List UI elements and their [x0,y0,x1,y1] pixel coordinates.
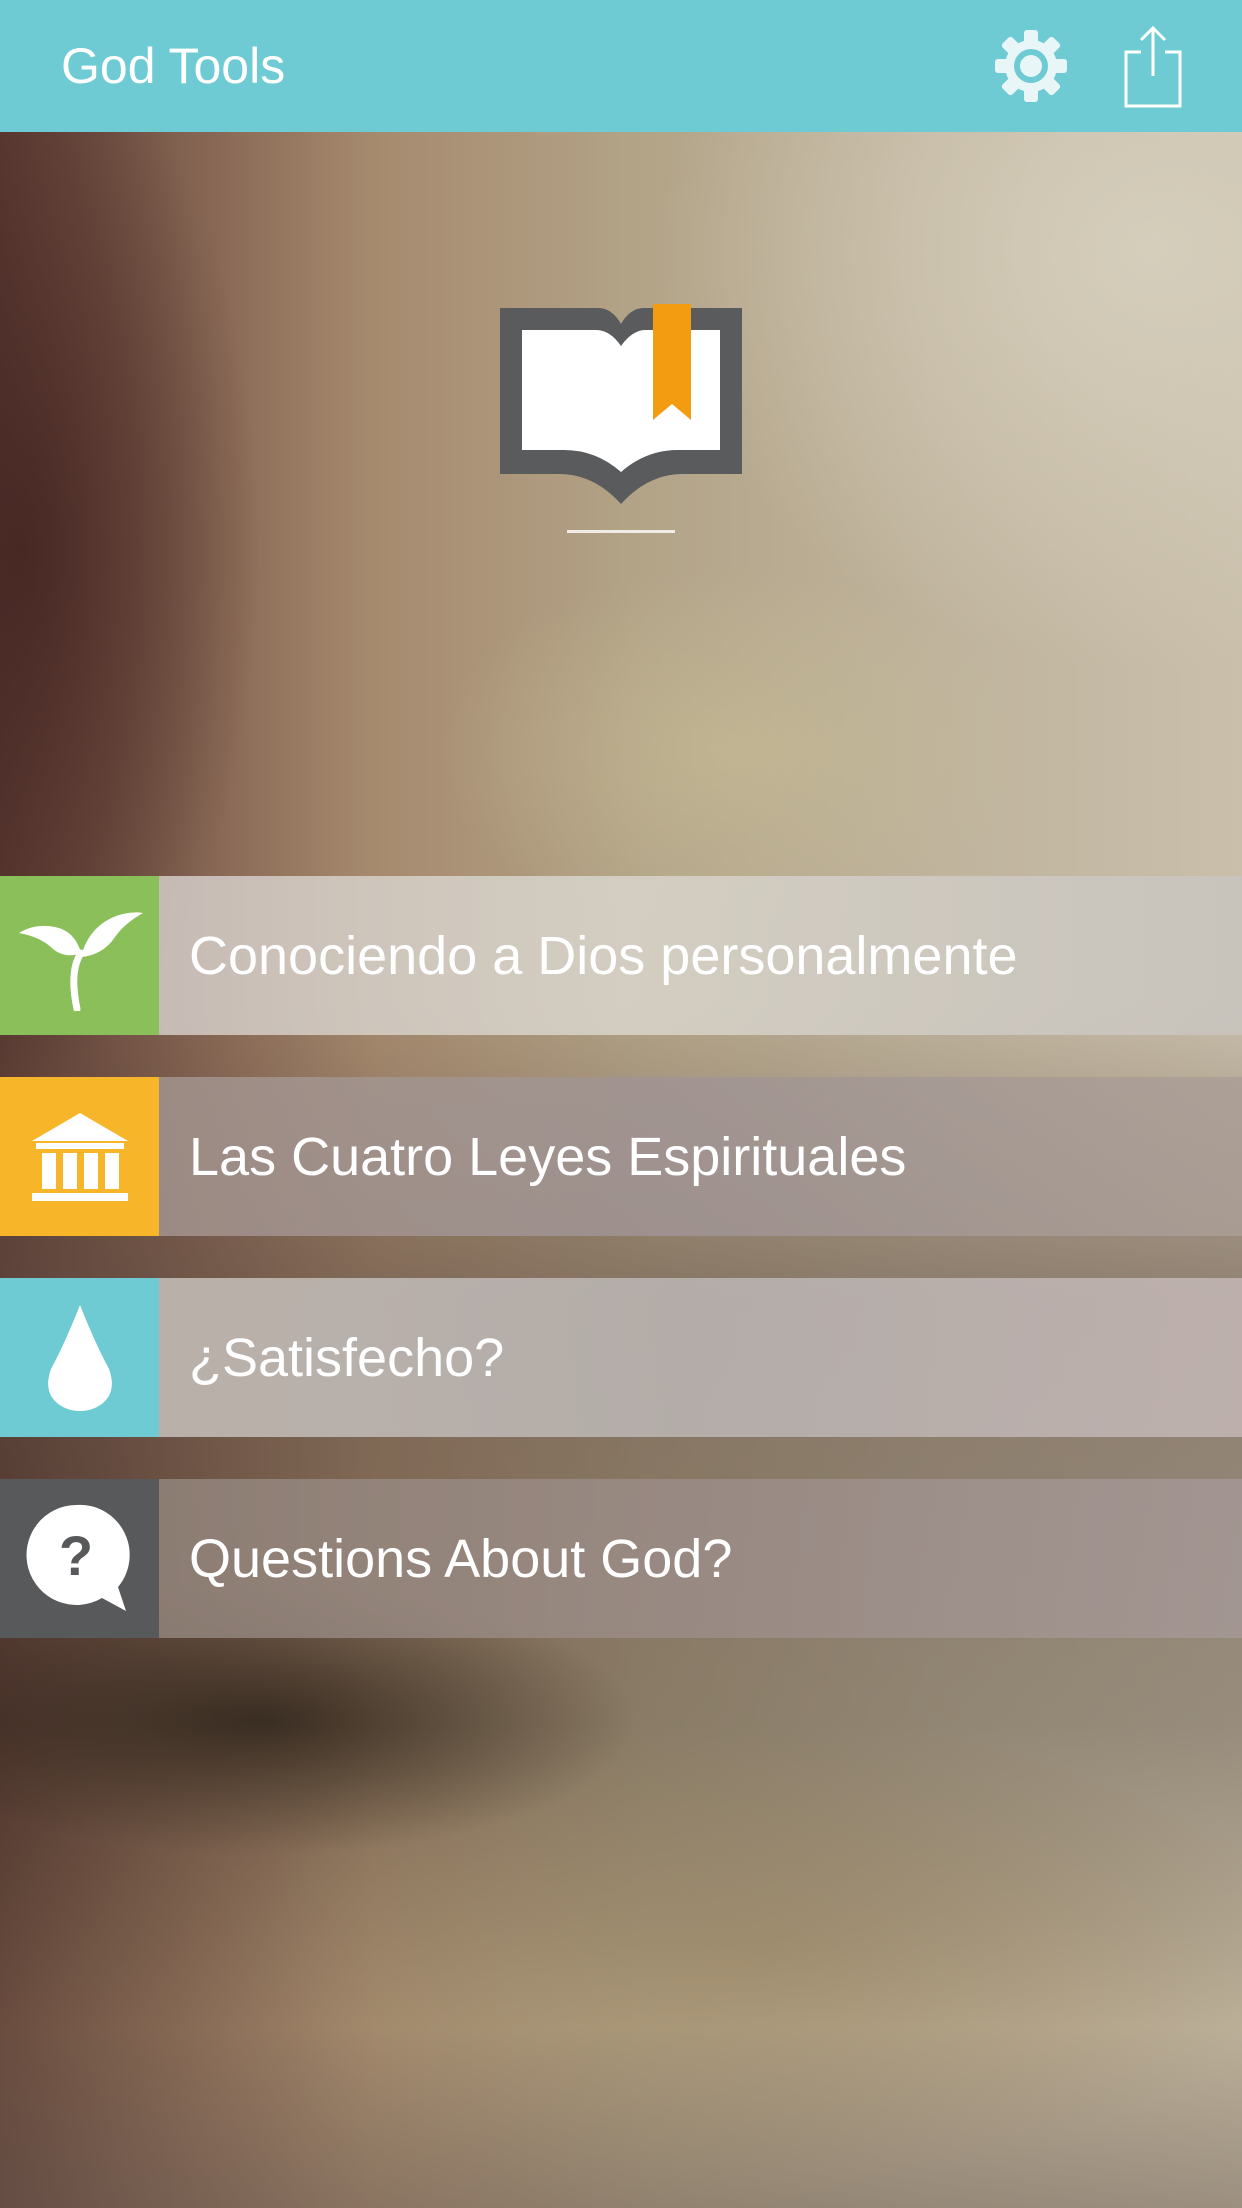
godtools-logo [498,300,744,510]
share-button[interactable] [1113,22,1193,112]
settings-button[interactable] [991,26,1071,106]
tool-icon-tile: ? [0,1479,159,1638]
tool-label: Questions About God? [189,1528,733,1589]
tool-item-questions-about-god[interactable]: ? Questions About God? [0,1479,1242,1638]
gear-icon [995,30,1067,102]
logo-divider [567,530,675,533]
question-bubble-icon: ? [25,1504,130,1611]
temple-icon [31,1112,128,1201]
svg-text:?: ? [58,1524,92,1587]
tool-icon-tile [0,876,159,1035]
tool-icon-tile [0,1077,159,1236]
tool-item-knowing-god[interactable]: Conociendo a Dios personalmente [0,876,1242,1035]
water-drop-icon [47,1304,112,1411]
tool-item-four-laws[interactable]: Las Cuatro Leyes Espirituales [0,1077,1242,1236]
share-icon [1124,25,1182,108]
open-book-bookmark-icon [500,304,742,504]
tool-icon-tile [0,1278,159,1437]
sprout-icon [18,911,143,1011]
tool-label: Las Cuatro Leyes Espirituales [189,1126,907,1187]
top-bar: God Tools [0,0,1242,132]
tool-label: ¿Satisfecho? [189,1327,505,1388]
tool-item-satisfied[interactable]: ¿Satisfecho? [0,1278,1242,1437]
app-screen: God Tools Conociendo a Dios personalment… [0,0,1242,2208]
app-title: God Tools [61,38,286,94]
tool-label: Conociendo a Dios personalmente [189,925,1018,986]
